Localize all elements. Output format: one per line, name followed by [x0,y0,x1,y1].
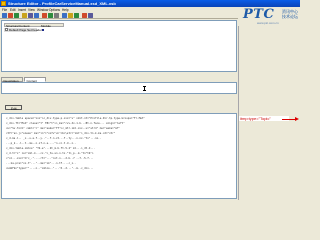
source-line: <_div.table space="xxx"><_div.type.p.xxx… [6,117,145,120]
source-line: <_div.ft="Mod" class="t" TB="t">>_ms="rv… [6,122,125,125]
tree-header-module: Module [41,23,51,28]
toolbar-button[interactable] [2,13,7,18]
tree-row[interactable]: Default Page Set header [4,27,44,32]
window-title: Structure Editor - ProfileCarServiceManu… [8,1,116,7]
toolbar-button[interactable] [28,13,33,18]
content-text-field[interactable] [1,82,237,94]
ptc-url: www.ptc.com.cn [257,21,279,25]
text-cursor-icon [143,86,146,91]
source-line: ...ka.pra="xx.t"..."..ms="xk"...n.tf....… [6,162,77,165]
module-marker-icon [42,28,44,31]
toolbar-button[interactable] [42,13,47,18]
callout-arrow-line [282,118,296,120]
toolbar-button[interactable] [22,13,27,18]
tree-row-label: Default Page Set header [9,27,42,32]
ptc-watermark-logo: PTC 资讯中心 技术论坛 www.ptc.com.cn [242,6,300,26]
ptc-logo-text: PTC [243,7,275,22]
edit-button[interactable]: Edit... [5,105,22,111]
app-icon [1,1,6,6]
source-line: <u="Sv.form" <abl="c" ms="eaks="TT"><_mt… [6,127,120,130]
source-line: ...p_k...l..t..ms..n.xf.n.e...."n.cc.t.d… [6,142,77,145]
toolbar-button[interactable] [14,13,19,18]
toolbar-button[interactable] [88,13,93,18]
xml-source-area[interactable]: <_div.table space="xxx"><_div.type.p.xxx… [1,113,237,199]
toolbar-button[interactable] [74,13,79,18]
callout-arrow-icon [295,116,299,121]
toolbar-button[interactable] [82,13,87,18]
source-line: <_d.t="x" is="xml.k...cx.">_ts.sn.n.tx."… [6,152,94,155]
ptc-chinese-line2: 技术论坛 [282,13,298,19]
toolbar-button[interactable] [54,13,59,18]
source-line: <_div.table.xmlns" "Tb.e"...bt_m.b.ft.5.… [6,147,96,150]
toolbar-button[interactable] [34,13,39,18]
right-panel [238,26,300,200]
source-line: <_d.ms.l.. _x..u.e.f..y.."..f.n.xt...f..… [6,137,102,140]
toolbar [0,12,238,19]
toolbar-button[interactable] [48,13,53,18]
callout-text: itmp:type="Topic" [240,116,271,122]
tree-header: Structure/Content Module [4,22,64,28]
toolbar-button[interactable] [62,13,67,18]
source-line: <"ol...xxx="m"<_."....rt="...">xt.n...d.… [6,157,94,160]
source-line: <uAbFkn"type=""....n.."xmlns.."..."d..d.… [6,167,94,170]
toolbar-button[interactable] [8,13,13,18]
edit-button-label: Edit... [11,106,20,111]
source-line: <tf="sn.j<"sneax" ms="ln"="xxfv"vn"<b<\s… [6,132,116,135]
ptc-chinese-text: 资讯中心 技术论坛 [282,9,298,19]
structure-tree-panel[interactable]: Structure/Content Module Default Page Se… [1,20,237,72]
toolbar-button[interactable] [68,13,73,18]
expand-icon[interactable] [5,28,8,31]
